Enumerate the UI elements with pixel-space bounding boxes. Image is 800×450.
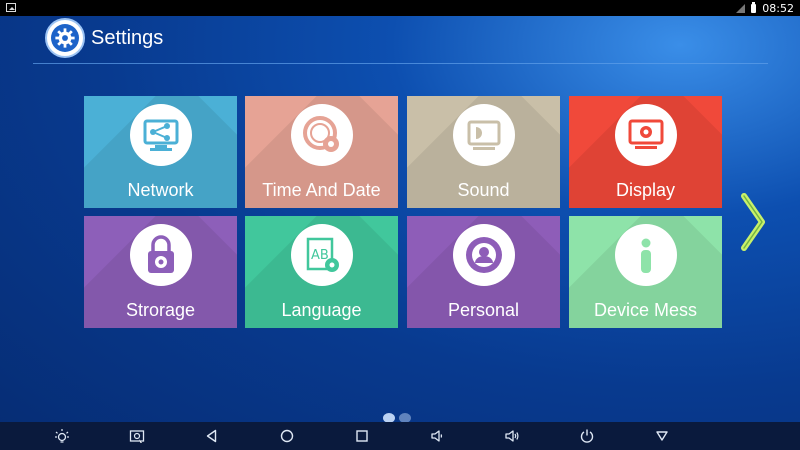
info-icon	[615, 224, 677, 286]
header: Settings	[45, 18, 163, 58]
tile-sound[interactable]: Sound	[407, 96, 560, 208]
menu-down-button[interactable]	[647, 422, 677, 450]
recents-icon	[356, 430, 368, 442]
page-title: Settings	[91, 26, 164, 49]
speaker-monitor-icon	[453, 104, 515, 166]
tile-label: Time And Date	[262, 180, 381, 200]
tile-label: Device Mess	[593, 300, 698, 320]
padlock-gear-icon	[130, 224, 192, 286]
power-icon	[580, 429, 594, 443]
gallery-notification-icon	[6, 3, 16, 12]
navigation-bar	[0, 422, 800, 450]
settings-grid: Network Time And Date Sound Display Stro…	[84, 96, 722, 328]
brightness-icon	[55, 429, 69, 443]
tile-label: Sound	[457, 180, 510, 200]
next-page-arrow[interactable]	[738, 192, 768, 252]
back-button[interactable]	[197, 422, 227, 450]
tile-device-message[interactable]: Device Mess	[569, 216, 722, 328]
recents-button[interactable]	[347, 422, 377, 450]
volume-up-button[interactable]	[497, 422, 527, 450]
screenshot-icon	[129, 430, 145, 443]
power-button[interactable]	[572, 422, 602, 450]
tile-label: Language	[281, 300, 362, 320]
person-gear-icon	[453, 224, 515, 286]
tile-personal[interactable]: Personal	[407, 216, 560, 328]
tile-label: Strorage	[125, 300, 196, 320]
battery-icon	[751, 1, 757, 13]
tile-language[interactable]: AB Language	[245, 216, 398, 328]
volume-down-icon	[431, 430, 443, 442]
display-gear-icon	[615, 104, 677, 166]
tile-storage[interactable]: Strorage	[84, 216, 237, 328]
ab-document-icon: AB	[291, 224, 353, 286]
screenshot-button[interactable]	[122, 422, 152, 450]
back-icon	[206, 429, 217, 443]
settings-gear-icon[interactable]	[45, 18, 85, 58]
status-bar: 08:52	[0, 0, 800, 16]
brightness-button[interactable]	[47, 422, 77, 450]
svg-text:AB: AB	[311, 248, 329, 263]
tile-label: Display	[615, 180, 676, 200]
menu-down-icon	[656, 431, 668, 441]
tile-network[interactable]: Network	[84, 96, 237, 208]
status-tray: 08:52	[736, 0, 794, 16]
volume-down-button[interactable]	[422, 422, 452, 450]
network-monitor-icon	[130, 104, 192, 166]
tile-display[interactable]: Display	[569, 96, 722, 208]
tile-label: Network	[127, 180, 194, 200]
clock-gear-icon	[291, 104, 353, 166]
clock-time: 08:52	[762, 1, 794, 15]
home-button[interactable]	[272, 422, 302, 450]
tile-time-and-date[interactable]: Time And Date	[245, 96, 398, 208]
chevron-right-icon	[741, 193, 765, 251]
header-divider	[33, 63, 768, 64]
home-icon	[280, 429, 294, 443]
no-signal-icon	[736, 3, 746, 13]
volume-up-icon	[505, 430, 519, 442]
tile-label: Personal	[447, 300, 520, 320]
